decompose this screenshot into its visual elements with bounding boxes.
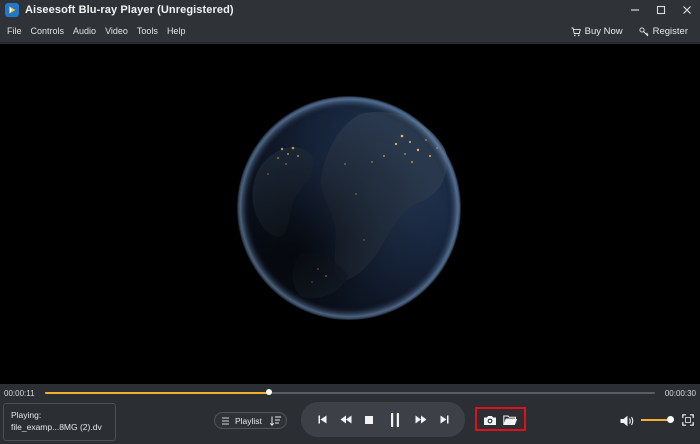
key-icon (639, 26, 649, 36)
now-playing-label: Playing: (11, 410, 42, 420)
volume-handle[interactable] (666, 416, 674, 423)
sort-order-icon[interactable] (269, 416, 281, 426)
current-time: 00:00:11 (4, 389, 35, 398)
playlist-label: Playlist (235, 415, 262, 426)
close-icon[interactable] (674, 0, 700, 20)
maximize-icon[interactable] (648, 0, 674, 20)
minimize-icon[interactable] (622, 0, 648, 20)
volume-icon[interactable] (620, 414, 636, 432)
seek-handle[interactable] (265, 389, 272, 395)
title-bar: Aiseesoft Blu-ray Player (Unregistered) (0, 0, 700, 20)
register-label: Register (652, 26, 688, 37)
menu-audio[interactable]: Audio (73, 26, 96, 36)
earth-at-night-frame (237, 96, 461, 320)
playlist-button[interactable]: Playlist (214, 412, 287, 429)
app-logo-icon (5, 3, 19, 17)
transport-controls (301, 402, 465, 437)
fast-forward-icon[interactable] (413, 402, 429, 437)
now-playing-box: Playing: file_examp...8MG (2).dv (3, 403, 116, 441)
buy-now-link[interactable]: Buy Now (571, 26, 623, 37)
video-display[interactable] (0, 44, 700, 384)
pause-icon[interactable] (386, 402, 404, 437)
menu-bar: File Controls Audio Video Tools Help Buy… (0, 20, 700, 43)
fullscreen-icon[interactable] (682, 413, 694, 431)
highlighted-tools-box (475, 407, 526, 431)
volume-slider[interactable] (641, 416, 674, 423)
menu-tools[interactable]: Tools (137, 26, 158, 36)
register-link[interactable]: Register (639, 26, 688, 37)
menu-file[interactable]: File (7, 26, 22, 36)
volume-level (641, 419, 670, 421)
seek-progress (45, 392, 269, 394)
camera-snapshot-icon[interactable] (482, 412, 497, 428)
stop-icon[interactable] (362, 402, 376, 437)
open-folder-icon[interactable] (502, 412, 519, 428)
now-playing-file: file_examp...8MG (2).dv (11, 422, 102, 432)
list-icon (222, 417, 229, 424)
buy-now-label: Buy Now (584, 26, 623, 37)
menu-controls[interactable]: Controls (31, 26, 65, 36)
previous-icon[interactable] (315, 402, 329, 437)
rewind-icon[interactable] (338, 402, 354, 437)
menu-video[interactable]: Video (105, 26, 128, 36)
menu-help[interactable]: Help (167, 26, 186, 36)
control-panel: 00:00:11 00:00:30 Playing: file_examp...… (0, 384, 700, 444)
next-icon[interactable] (437, 402, 451, 437)
seek-bar[interactable] (45, 389, 655, 395)
window-title: Aiseesoft Blu-ray Player (Unregistered) (25, 4, 234, 16)
cart-icon (571, 27, 581, 36)
total-time: 00:00:30 (664, 389, 696, 398)
